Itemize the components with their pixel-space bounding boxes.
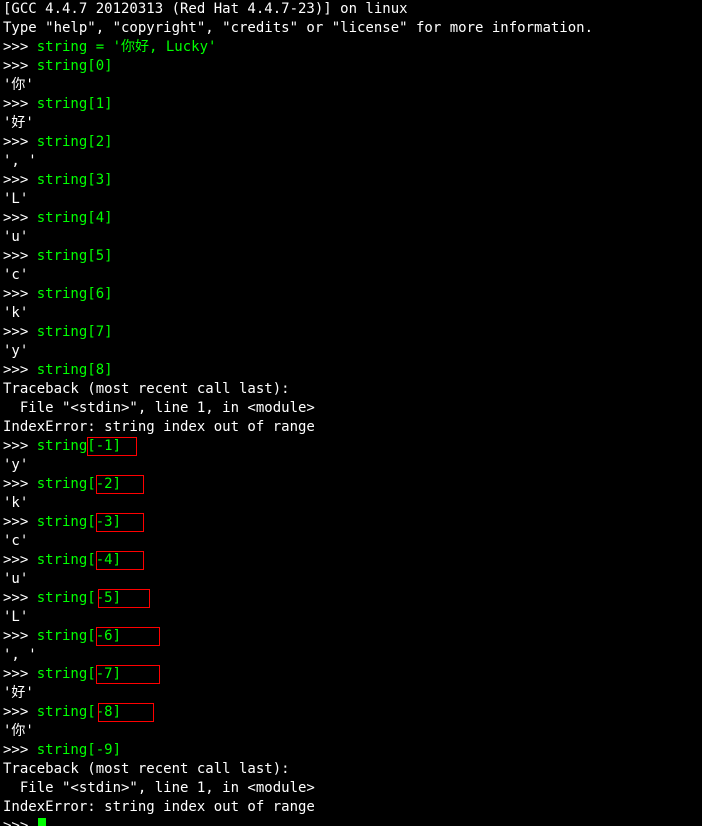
terminal-output[interactable]: [GCC 4.4.7 20120313 (Red Hat 4.4.7-23)] … (0, 0, 702, 826)
out-neg-1: 'y' (3, 456, 699, 475)
traceback2-l1: Traceback (most recent call last): (3, 760, 699, 779)
out-index-0: '你' (3, 76, 699, 95)
cmd-index-7: >>> string[7] (3, 323, 699, 342)
prompt-active[interactable]: >>> (3, 817, 699, 826)
cmd-index-6: >>> string[6] (3, 285, 699, 304)
cmd-neg-2: >>> string[-2] (3, 475, 699, 494)
help-hint-line: Type "help", "copyright", "credits" or "… (3, 19, 699, 38)
out-index-2: ', ' (3, 152, 699, 171)
out-neg-6: ', ' (3, 646, 699, 665)
traceback-l2: File "<stdin>", line 1, in <module> (3, 399, 699, 418)
cmd-assign: >>> string = '你好, Lucky' (3, 38, 699, 57)
cmd-neg-6: >>> string[-6] (3, 627, 699, 646)
cmd-index-0: >>> string[0] (3, 57, 699, 76)
out-neg-4: 'u' (3, 570, 699, 589)
cmd-index-3: >>> string[3] (3, 171, 699, 190)
gcc-version-line: [GCC 4.4.7 20120313 (Red Hat 4.4.7-23)] … (3, 0, 699, 19)
traceback-l1: Traceback (most recent call last): (3, 380, 699, 399)
out-index-7: 'y' (3, 342, 699, 361)
out-neg-8: '你' (3, 722, 699, 741)
cmd-index-1: >>> string[1] (3, 95, 699, 114)
cmd-index-4: >>> string[4] (3, 209, 699, 228)
cmd-neg-8: >>> string[-8] (3, 703, 699, 722)
cmd-err-2: >>> string[-9] (3, 741, 699, 760)
traceback2-l2: File "<stdin>", line 1, in <module> (3, 779, 699, 798)
cmd-neg-5: >>> string[-5] (3, 589, 699, 608)
cmd-neg-4: >>> string[-4] (3, 551, 699, 570)
out-index-3: 'L' (3, 190, 699, 209)
out-neg-2: 'k' (3, 494, 699, 513)
out-index-5: 'c' (3, 266, 699, 285)
cmd-err-1: >>> string[8] (3, 361, 699, 380)
out-neg-5: 'L' (3, 608, 699, 627)
cmd-index-5: >>> string[5] (3, 247, 699, 266)
cmd-neg-1: >>> string[-1] (3, 437, 699, 456)
out-neg-7: '好' (3, 684, 699, 703)
out-neg-3: 'c' (3, 532, 699, 551)
cmd-neg-7: >>> string[-7] (3, 665, 699, 684)
cmd-neg-3: >>> string[-3] (3, 513, 699, 532)
out-index-4: 'u' (3, 228, 699, 247)
out-index-1: '好' (3, 114, 699, 133)
cmd-index-2: >>> string[2] (3, 133, 699, 152)
traceback-l3: IndexError: string index out of range (3, 418, 699, 437)
out-index-6: 'k' (3, 304, 699, 323)
traceback2-l3: IndexError: string index out of range (3, 798, 699, 817)
cursor-icon (38, 818, 46, 826)
